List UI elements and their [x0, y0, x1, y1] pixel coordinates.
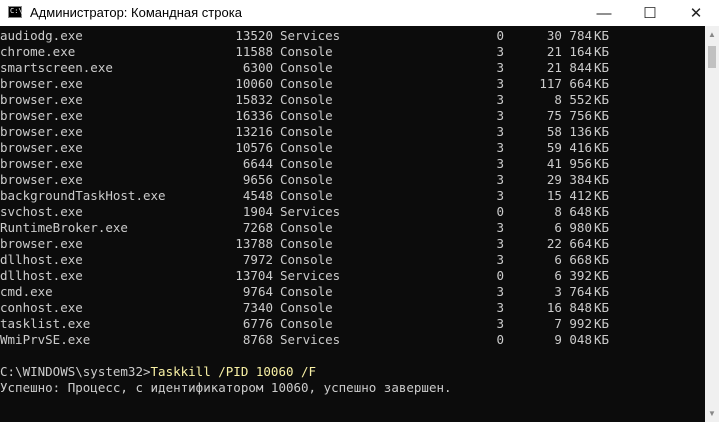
process-memory: 117 664	[539, 76, 592, 91]
memory-unit: КБ	[594, 60, 610, 75]
process-memory: 16 848	[546, 300, 592, 315]
process-memory: 59 416	[546, 140, 592, 155]
memory-unit: КБ	[594, 156, 610, 171]
scrollbar-thumb[interactable]	[708, 46, 716, 68]
title-bar[interactable]: C:\ Администратор: Командная строка — ☐ …	[0, 0, 719, 26]
process-memory: 15 412	[546, 188, 592, 203]
chevron-down-icon[interactable]: ▼	[705, 405, 719, 422]
process-memory: 29 384	[546, 172, 592, 187]
memory-unit: КБ	[594, 332, 610, 347]
process-memory: 21 844	[546, 60, 592, 75]
process-memory: 9 048	[554, 332, 592, 347]
process-memory: 75 756	[546, 108, 592, 123]
memory-unit: КБ	[594, 220, 610, 235]
process-memory: 8 552	[554, 92, 592, 107]
maximize-button[interactable]: ☐	[627, 0, 673, 26]
process-memory: 30 784	[546, 28, 592, 43]
command-text: Taskkill /PID 10060 /F	[150, 364, 317, 379]
vertical-scrollbar[interactable]: ▲ ▼	[705, 26, 719, 422]
process-memory: 7 992	[554, 316, 592, 331]
process-memory: 8 648	[554, 204, 592, 219]
window-title: Администратор: Командная строка	[30, 5, 242, 20]
memory-unit: КБ	[594, 316, 610, 331]
process-memory: 6 392	[554, 268, 592, 283]
prompt-path: C:\WINDOWS\system32>	[0, 364, 151, 379]
memory-unit: КБ	[594, 300, 610, 315]
memory-unit: КБ	[594, 76, 610, 91]
memory-unit: КБ	[594, 108, 610, 123]
console-output[interactable]: audiodg.exe 13520 Services 0 30 784 КБ chrome.…	[0, 26, 705, 422]
process-memory: 6 980	[554, 220, 592, 235]
command-prompt-line: C:\WINDOWS\system32>Taskkill /PID 10060 …	[0, 364, 316, 380]
memory-unit: КБ	[594, 140, 610, 155]
process-memory: 41 956	[546, 156, 592, 171]
memory-unit: КБ	[594, 236, 610, 251]
minimize-button[interactable]: —	[581, 0, 627, 26]
memory-unit: КБ	[594, 188, 610, 203]
memory-unit: КБ	[594, 268, 610, 283]
memory-unit: КБ	[594, 124, 610, 139]
close-button[interactable]: ✕	[673, 0, 719, 26]
memory-unit: КБ	[594, 92, 610, 107]
command-result: Успешно: Процесс, с идентификатором 1006…	[0, 380, 452, 395]
memory-unit: КБ	[594, 44, 610, 59]
process-memory: 6 668	[554, 252, 592, 267]
memory-unit: КБ	[594, 172, 610, 187]
memory-unit: КБ	[594, 284, 610, 299]
process-memory: 21 164	[546, 44, 592, 59]
cmd-icon: C:\	[8, 6, 23, 18]
process-memory: 3 764	[554, 284, 592, 299]
memory-unit: КБ	[594, 28, 610, 43]
chevron-up-icon[interactable]: ▲	[705, 26, 719, 43]
process-memory: 22 664	[546, 236, 592, 251]
process-memory: 58 136	[546, 124, 592, 139]
memory-unit: КБ	[594, 204, 610, 219]
memory-unit: КБ	[594, 252, 610, 267]
